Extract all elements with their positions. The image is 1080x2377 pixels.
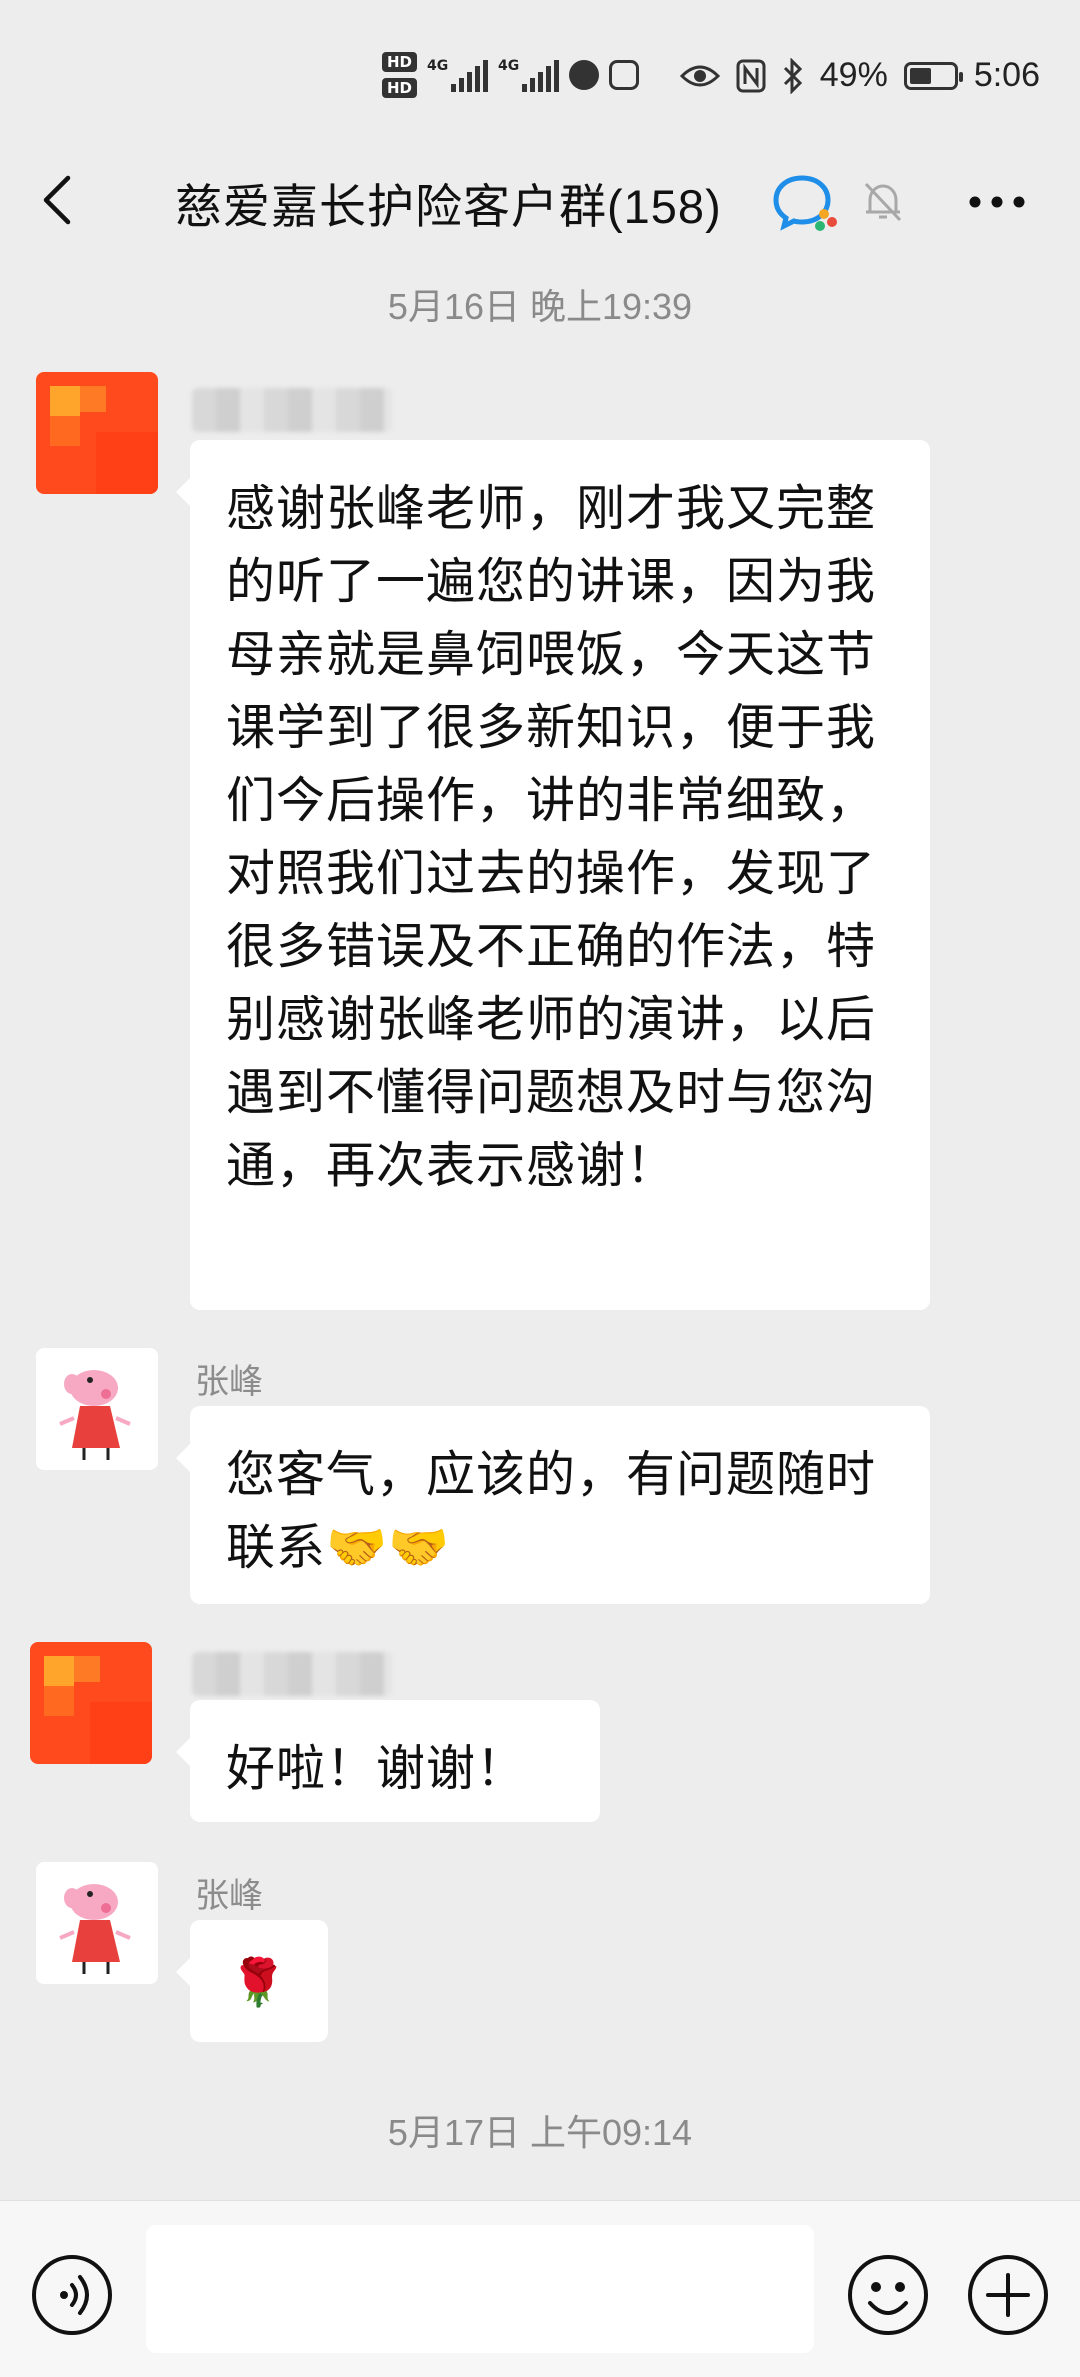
plus-icon[interactable]: [966, 2253, 1050, 2337]
avatar[interactable]: [36, 1348, 158, 1470]
nfc-icon: [736, 59, 766, 92]
avatar[interactable]: [36, 372, 158, 494]
sender-name-blurred: [192, 388, 392, 432]
sender-name: 张峰: [195, 1877, 263, 1915]
clock: 5:06: [973, 56, 1040, 94]
avatar[interactable]: [36, 1862, 158, 1984]
message-text: 您客气，应该的，有问题随时联系🤝🤝: [226, 1446, 877, 1576]
input-bar: [0, 2200, 1080, 2377]
message-bubble[interactable]: 感谢张峰老师，刚才我又完整的听了一遍您的讲课，因为我母亲就是鼻饲喂饭，今天这节课…: [176, 440, 930, 1310]
status-bar-right: 49% 5:06: [679, 56, 1040, 95]
battery-percent: 49%: [819, 56, 888, 94]
message-text: 感谢张峰老师，刚才我又完整的听了一遍您的讲课，因为我母亲就是鼻饲喂饭，今天这节课…: [226, 480, 877, 1194]
avatar[interactable]: [30, 1642, 152, 1764]
timestamp: 5月16日 晚上19:39: [387, 286, 693, 327]
message-text: 好啦！谢谢！: [226, 1740, 527, 1797]
signal-2-icon: 4G: [498, 58, 560, 92]
mute-bell-icon: [858, 176, 908, 226]
eye-icon: [679, 65, 720, 86]
hd2-badge: HD: [382, 78, 418, 98]
signal-1-icon: 4G: [427, 58, 489, 92]
emoji-icon[interactable]: [846, 2253, 930, 2337]
hd-indicators: HD HD: [382, 52, 418, 98]
message-bubble[interactable]: 您客气，应该的，有问题随时联系🤝🤝: [176, 1406, 930, 1604]
network-2-label: 4G: [498, 58, 520, 74]
sound-app-icon: [569, 60, 600, 90]
message-bubble[interactable]: 🌹: [176, 1920, 328, 2042]
hd1-badge: HD: [382, 52, 418, 72]
status-bar: HD HD 4G 4G 49% 5:06: [0, 0, 1080, 150]
network-1-label: 4G: [427, 58, 449, 74]
voice-icon[interactable]: [30, 2253, 114, 2337]
message-bubble[interactable]: 好啦！谢谢！: [176, 1700, 600, 1822]
more-icon[interactable]: [962, 172, 1032, 232]
message-text: 🌹: [229, 1955, 289, 2009]
peppa-pig-icon: [59, 1884, 131, 1974]
message-input[interactable]: [146, 2225, 814, 2353]
enterprise-chat-icon: [772, 172, 840, 232]
timestamp: 5月17日 上午09:14: [387, 2112, 693, 2153]
status-bar-left: HD HD 4G 4G: [382, 52, 640, 98]
chat-header: 慈爱嘉长护险客户群(158): [0, 150, 1080, 250]
chat-title: 慈爱嘉长护险客户群(158): [175, 180, 722, 233]
bluetooth-icon: [783, 57, 802, 94]
sender-name: 张峰: [195, 1363, 263, 1401]
battery-icon: [903, 61, 963, 90]
shield-app-icon: [609, 60, 640, 90]
back-arrow-icon[interactable]: [30, 170, 90, 230]
sender-name-blurred: [192, 1652, 392, 1696]
peppa-pig-icon: [59, 1370, 131, 1460]
